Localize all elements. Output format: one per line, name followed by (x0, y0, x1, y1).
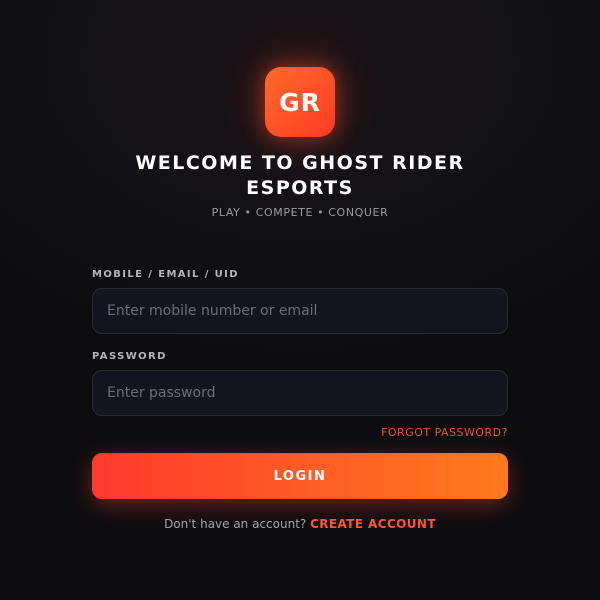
forgot-password-link[interactable]: FORGOT PASSWORD? (381, 426, 508, 439)
tagline: PLAY • COMPETE • CONQUER (211, 206, 389, 219)
signup-row: Don't have an account? CREATE ACCOUNT (0, 517, 600, 531)
identifier-input[interactable] (92, 288, 508, 334)
brand-logo: GR (265, 67, 335, 137)
password-label: PASSWORD (92, 351, 167, 362)
page-title-line-1: WELCOME TO GHOST RIDER (135, 152, 465, 174)
logo-text: GR (279, 87, 321, 117)
password-input[interactable] (92, 370, 508, 416)
create-account-link[interactable]: CREATE ACCOUNT (310, 517, 436, 531)
login-button[interactable]: LOGIN (92, 453, 508, 499)
signup-prompt: Don't have an account? (164, 517, 311, 531)
page-title-line-2: ESPORTS (246, 177, 354, 199)
identifier-label: MOBILE / EMAIL / UID (92, 269, 239, 280)
page-title: WELCOME TO GHOST RIDER ESPORTS (0, 151, 600, 201)
